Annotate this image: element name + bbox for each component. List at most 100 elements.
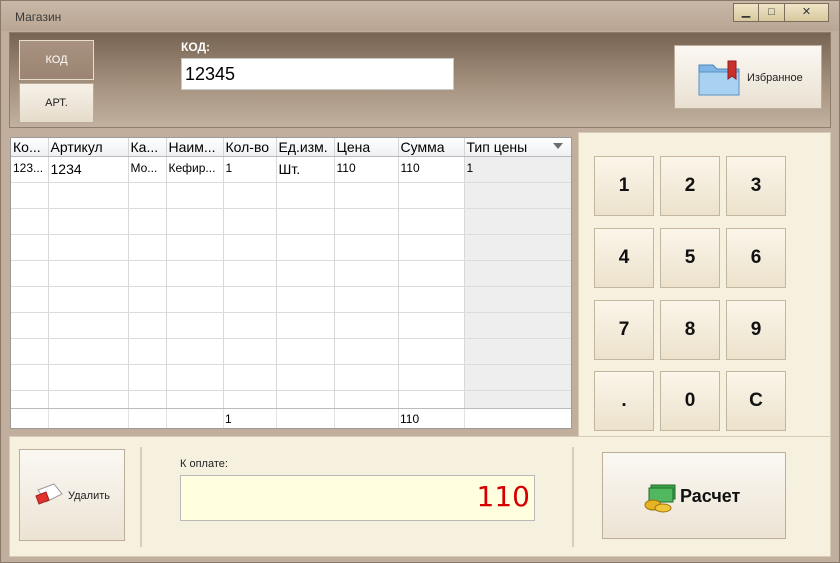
column-header-article[interactable]: Артикул [48,138,129,157]
numpad: 1 2 3 4 5 6 7 8 9 . 0 C [578,132,831,437]
window-title: Магазин [15,10,62,24]
table-cell [166,182,224,209]
table-row[interactable] [11,364,571,391]
input-panel: КОД АРТ. КОД: 12345 Избранное [9,32,831,128]
table-row[interactable] [11,234,571,261]
column-dropdown-icon[interactable] [553,143,563,149]
table-cell [223,234,277,261]
key-1[interactable]: 1 [594,156,654,216]
table-cell [334,312,399,339]
table-cell [223,182,277,209]
table-cell [276,208,335,235]
table-cell [223,260,277,287]
title-bar[interactable]: Магазин ▁ □ ✕ [1,1,839,31]
table-cell [128,286,167,313]
table-cell [398,338,465,365]
key-dot[interactable]: . [594,371,654,431]
table-cell [223,286,277,313]
table-row[interactable] [11,338,571,365]
table-row[interactable] [11,208,571,235]
cell-name: Кефир... [166,156,224,183]
cell-unit: Шт. [276,156,335,183]
total-sum: 110 [400,412,420,426]
close-button[interactable]: ✕ [785,3,829,22]
table-cell [48,338,129,365]
delete-button[interactable]: Удалить [19,449,125,541]
cell-price: 110 [334,156,399,183]
table-row[interactable] [11,286,571,313]
table-cell [464,234,571,261]
checkout-button[interactable]: Расчет [602,452,786,539]
article-mode-button[interactable]: АРТ. [19,83,94,123]
table-cell [464,208,571,235]
table-cell [128,338,167,365]
key-9[interactable]: 9 [726,300,786,360]
table-row[interactable]: 123... 1234 Мо... Кефир... 1 Шт. 110 110… [11,156,571,183]
table-cell [464,286,571,313]
column-header-unit[interactable]: Ед.изм. [276,138,335,157]
table-cell [48,182,129,209]
column-header-category[interactable]: Ка... [128,138,167,157]
table-cell [398,260,465,287]
table-cell [334,260,399,287]
key-0[interactable]: 0 [660,371,720,431]
table-row[interactable] [11,260,571,287]
table-cell [128,312,167,339]
table-cell [398,208,465,235]
total-quantity: 1 [225,412,232,426]
table-cell [464,364,571,391]
items-table[interactable]: Ко... Артикул Ка... Наим... Кол-во Ед.из… [10,137,572,429]
table-cell [11,364,49,391]
payment-panel: Удалить К оплате: 110 Расчет [9,436,831,557]
key-2[interactable]: 2 [660,156,720,216]
table-cell [276,338,335,365]
table-cell [398,234,465,261]
cell-article: 1234 [48,156,129,183]
table-cell [223,312,277,339]
checkout-label: Расчет [680,486,741,506]
folder-bookmark-icon [698,60,740,96]
key-clear[interactable]: C [726,371,786,431]
code-mode-button[interactable]: КОД [19,40,94,80]
cell-category: Мо... [128,156,167,183]
table-cell [166,260,224,287]
table-cell [334,364,399,391]
code-input[interactable]: 12345 [181,58,454,90]
table-cell [276,312,335,339]
key-3[interactable]: 3 [726,156,786,216]
table-row[interactable] [11,312,571,339]
column-header-sum[interactable]: Сумма [398,138,465,157]
table-cell [48,312,129,339]
table-cell [334,234,399,261]
key-4[interactable]: 4 [594,228,654,288]
key-7[interactable]: 7 [594,300,654,360]
table-cell [11,286,49,313]
minimize-button[interactable]: ▁ [733,3,759,22]
cell-code: 123... [11,156,49,183]
favorites-button[interactable]: Избранное [674,45,822,109]
table-cell [166,286,224,313]
column-header-price[interactable]: Цена [334,138,399,157]
table-cell [11,312,49,339]
maximize-button[interactable]: □ [759,3,785,22]
table-cell [398,182,465,209]
table-cell [276,234,335,261]
table-cell [464,260,571,287]
table-header-row: Ко... Артикул Ка... Наим... Кол-во Ед.из… [11,138,571,157]
column-header-quantity[interactable]: Кол-во [223,138,277,157]
column-header-code[interactable]: Ко... [11,138,49,157]
column-header-name[interactable]: Наим... [166,138,224,157]
eraser-icon [35,483,63,505]
code-label: КОД: [181,40,211,54]
table-cell [128,208,167,235]
table-cell [166,364,224,391]
table-cell [11,234,49,261]
key-6[interactable]: 6 [726,228,786,288]
table-row[interactable] [11,182,571,209]
divider [140,447,142,547]
table-cell [128,260,167,287]
table-cell [166,338,224,365]
key-5[interactable]: 5 [660,228,720,288]
table-cell [128,182,167,209]
key-8[interactable]: 8 [660,300,720,360]
